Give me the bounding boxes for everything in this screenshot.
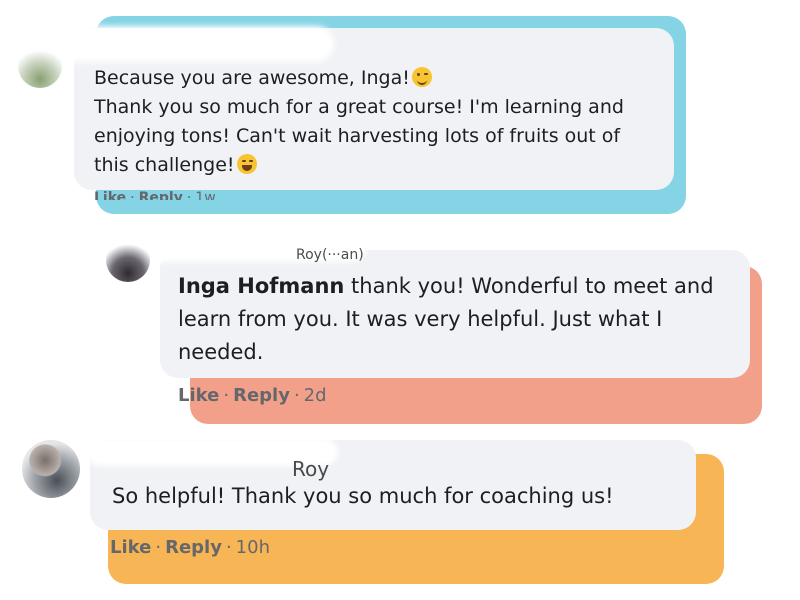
mention-inga-hofmann[interactable]: Inga Hofmann: [178, 274, 344, 298]
like-link[interactable]: Like: [94, 190, 126, 200]
separator: ·: [223, 385, 230, 406]
redacted-name-1: [28, 32, 328, 56]
comment-actions-2: Like · Reply · 2d: [178, 385, 327, 406]
comment-text-1: Because you are awesome, Inga! Thank you…: [94, 64, 654, 180]
separator: ·: [130, 190, 135, 200]
comments-screenshot: Because you are awesome, Inga! Thank you…: [0, 0, 800, 600]
winking-face-icon: [411, 67, 432, 87]
like-link[interactable]: Like: [110, 537, 151, 558]
timestamp[interactable]: 2d: [304, 385, 327, 406]
separator: ·: [186, 190, 192, 200]
avatar[interactable]: [22, 440, 80, 498]
comment-actions-3: Like · Reply · 10h: [110, 537, 270, 558]
separator: ·: [155, 537, 162, 558]
reply-link[interactable]: Reply: [233, 385, 290, 406]
author-name-fragment-2[interactable]: Roy(···an): [296, 247, 364, 263]
comment-actions-1: Like · Reply · 1w: [94, 190, 216, 200]
grinning-squinting-face-icon: [236, 154, 257, 174]
reply-link[interactable]: Reply: [165, 537, 222, 558]
avatar[interactable]: [106, 238, 150, 282]
author-name-fragment-3[interactable]: Roy: [292, 457, 329, 481]
like-link[interactable]: Like: [178, 385, 219, 406]
timestamp[interactable]: 10h: [236, 537, 270, 558]
timestamp[interactable]: 1w: [195, 190, 215, 200]
avatar[interactable]: [18, 44, 62, 88]
reply-link[interactable]: Reply: [139, 190, 183, 200]
comment-3-text: So helpful! Thank you so much for coachi…: [112, 484, 614, 508]
separator: ·: [225, 537, 232, 558]
separator: ·: [293, 385, 300, 406]
comment-bubble-2: Inga Hofmann thank you! Wonderful to mee…: [160, 250, 750, 378]
comment-1-body: Thank you so much for a great course! I'…: [94, 96, 624, 176]
comment-1-line1: Because you are awesome, Inga!: [94, 67, 410, 89]
